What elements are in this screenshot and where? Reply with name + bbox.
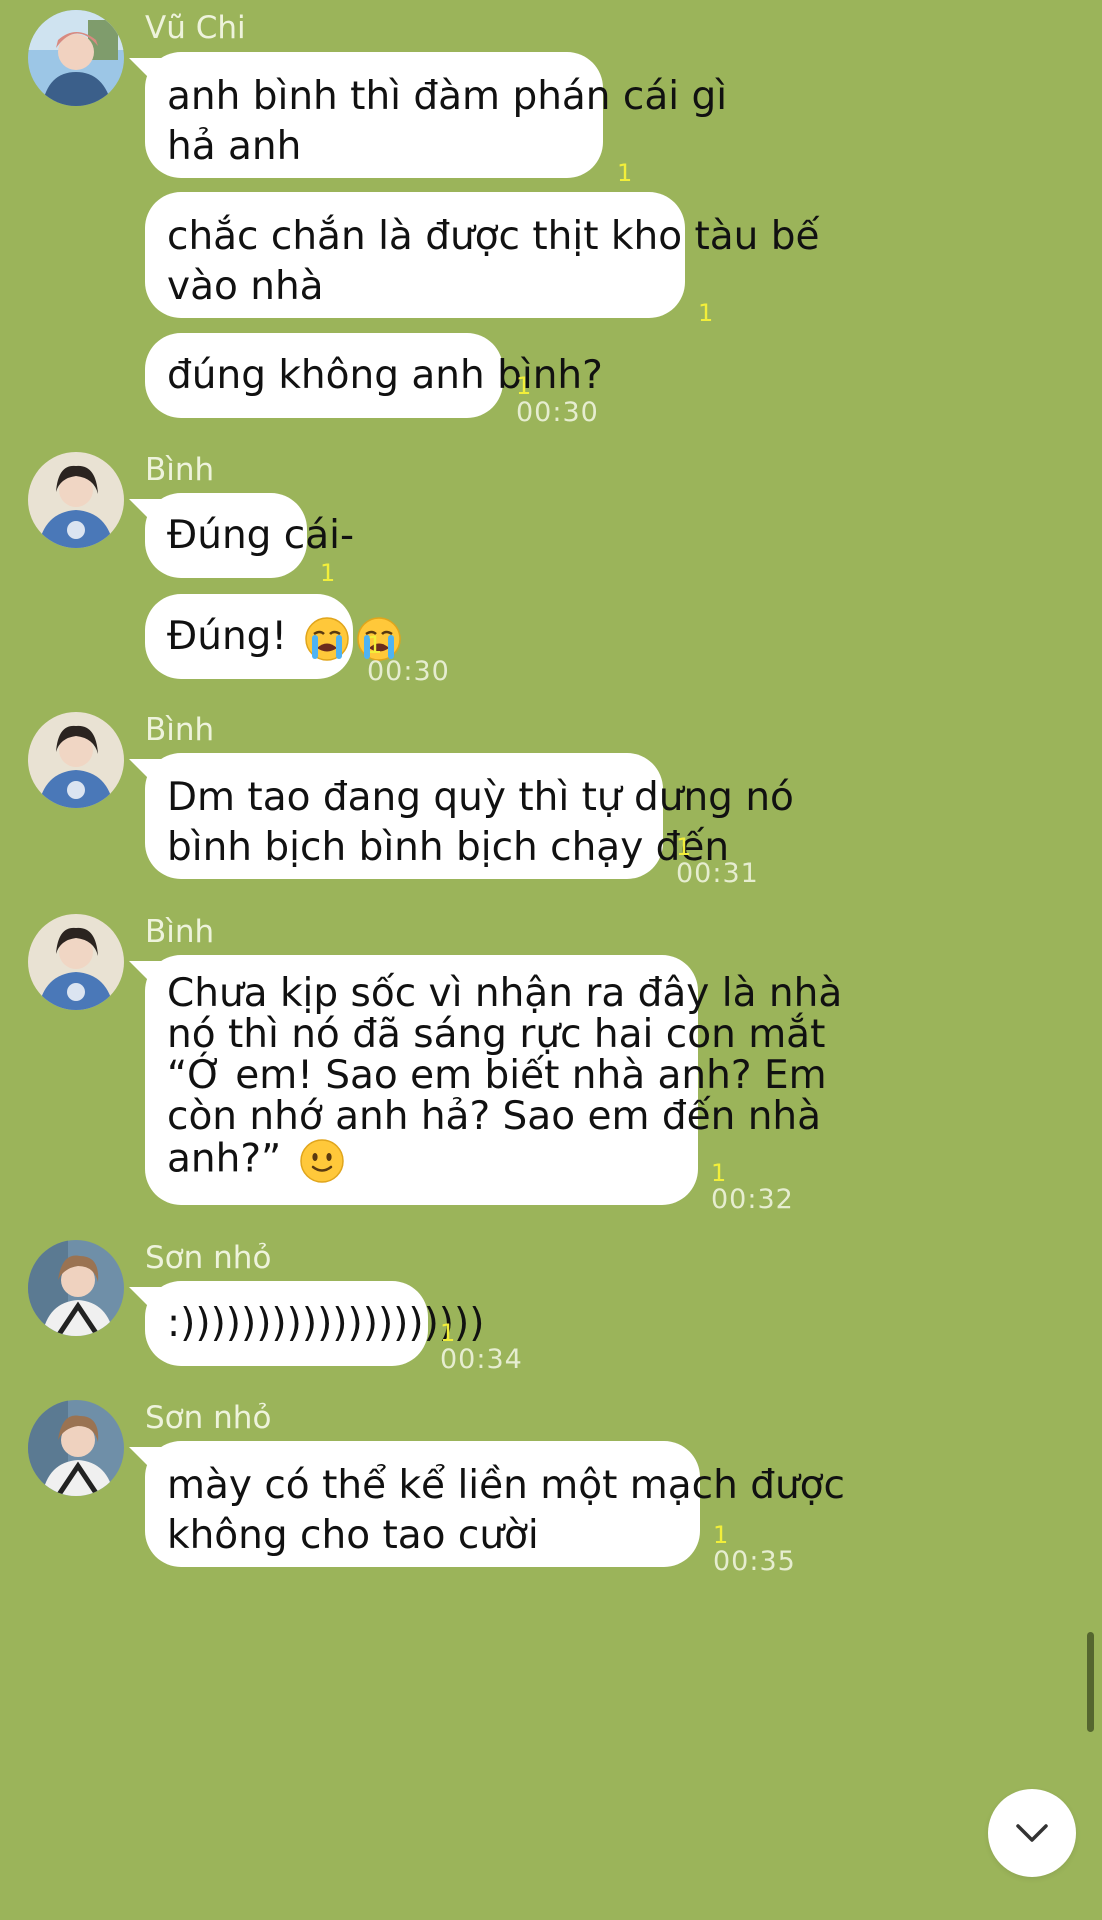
- message-time: 00:30: [516, 397, 599, 428]
- message-time: 00:35: [713, 1546, 796, 1577]
- unread-count: 1: [516, 372, 532, 400]
- avatar-son-nho-icon: [28, 1400, 124, 1496]
- message-bubble[interactable]: đúng không anh bình?: [145, 333, 603, 418]
- message-line: Đúng cái-: [167, 513, 355, 558]
- unread-count: 1: [698, 299, 714, 327]
- message-line: Chưa kịp sốc vì nhận ra đây là nhà: [167, 971, 843, 1016]
- unread-count: 1: [367, 631, 383, 659]
- chat-area: Vũ Chi anh bình thì đàm phán cái gì hả a…: [0, 0, 1102, 1920]
- message-line: “Ớ em! Sao em biết nhà anh? Em: [167, 1053, 827, 1098]
- avatar-son-nho-icon: [28, 1240, 124, 1336]
- avatar-binh-icon: [28, 452, 124, 548]
- message-line: bình bịch bình bịch chạy đến: [167, 825, 730, 870]
- sender-name: Bình: [145, 914, 215, 950]
- message-line: không cho tao cười: [167, 1513, 539, 1558]
- message-line: Dm tao đang quỳ thì tự dưng nó: [167, 775, 794, 820]
- message-line: đúng không anh bình?: [167, 353, 603, 398]
- message-line: :)))))))))))))))))))): [167, 1301, 485, 1346]
- message-line: chắc chắn là được thịt kho tàu bế: [167, 214, 820, 259]
- message-bubble[interactable]: mày có thể kể liền một mạch được không c…: [145, 1441, 845, 1567]
- avatar[interactable]: [28, 914, 124, 1010]
- avatar[interactable]: [28, 1240, 124, 1336]
- unread-count: 1: [617, 159, 633, 187]
- message-bubble[interactable]: Dm tao đang quỳ thì tự dưng nó bình bịch…: [145, 753, 794, 879]
- message-bubble[interactable]: Đúng!: [145, 594, 402, 679]
- sender-name: Vũ Chi: [145, 10, 246, 46]
- unread-count: 1: [440, 1319, 456, 1347]
- avatar-vu-chi-icon: [28, 10, 124, 106]
- sender-name: Sơn nhỏ: [145, 1240, 272, 1276]
- message-line: nó thì nó đã sáng rực hai con mắt: [167, 1012, 826, 1057]
- avatar-binh-icon: [28, 914, 124, 1010]
- message-bubble[interactable]: :)))))))))))))))))))): [145, 1281, 485, 1366]
- message-line: anh bình thì đàm phán cái gì: [167, 74, 728, 119]
- message-bubble[interactable]: Chưa kịp sốc vì nhận ra đây là nhà nó th…: [145, 955, 843, 1205]
- unread-count: 1: [711, 1159, 727, 1187]
- chevron-down-icon: [1016, 1824, 1048, 1842]
- message-line: anh?”: [167, 1136, 294, 1182]
- message-line: hả anh: [167, 124, 302, 169]
- sender-name: Bình: [145, 452, 215, 488]
- message-time: 00:34: [440, 1344, 523, 1375]
- message-bubble[interactable]: anh bình thì đàm phán cái gì hả anh: [145, 52, 728, 178]
- unread-count: 1: [713, 1521, 729, 1549]
- scrollbar[interactable]: [1087, 1632, 1094, 1732]
- sender-name: Bình: [145, 712, 215, 748]
- avatar[interactable]: [28, 10, 124, 106]
- message-bubble[interactable]: Đúng cái-: [145, 493, 355, 578]
- message-time: 00:32: [711, 1184, 794, 1215]
- unread-count: 1: [320, 559, 336, 587]
- avatar[interactable]: [28, 1400, 124, 1496]
- avatar[interactable]: [28, 452, 124, 548]
- message-line: còn nhớ anh hả? Sao em đến nhà: [167, 1094, 822, 1139]
- avatar[interactable]: [28, 712, 124, 808]
- slightly-smiling-face-icon: [298, 1137, 346, 1185]
- message-line: vào nhà: [167, 264, 324, 309]
- avatar-binh-icon: [28, 712, 124, 808]
- message-bubble[interactable]: chắc chắn là được thịt kho tàu bế vào nh…: [145, 192, 820, 318]
- crying-face-icon: [303, 615, 351, 663]
- sender-name: Sơn nhỏ: [145, 1400, 272, 1436]
- message-time: 00:30: [367, 656, 450, 687]
- unread-count: 1: [676, 833, 692, 861]
- message-time: 00:31: [676, 858, 759, 889]
- message-line: mày có thể kể liền một mạch được: [167, 1463, 845, 1508]
- message-line: Đúng!: [167, 614, 300, 659]
- scroll-to-bottom-button[interactable]: [988, 1789, 1076, 1877]
